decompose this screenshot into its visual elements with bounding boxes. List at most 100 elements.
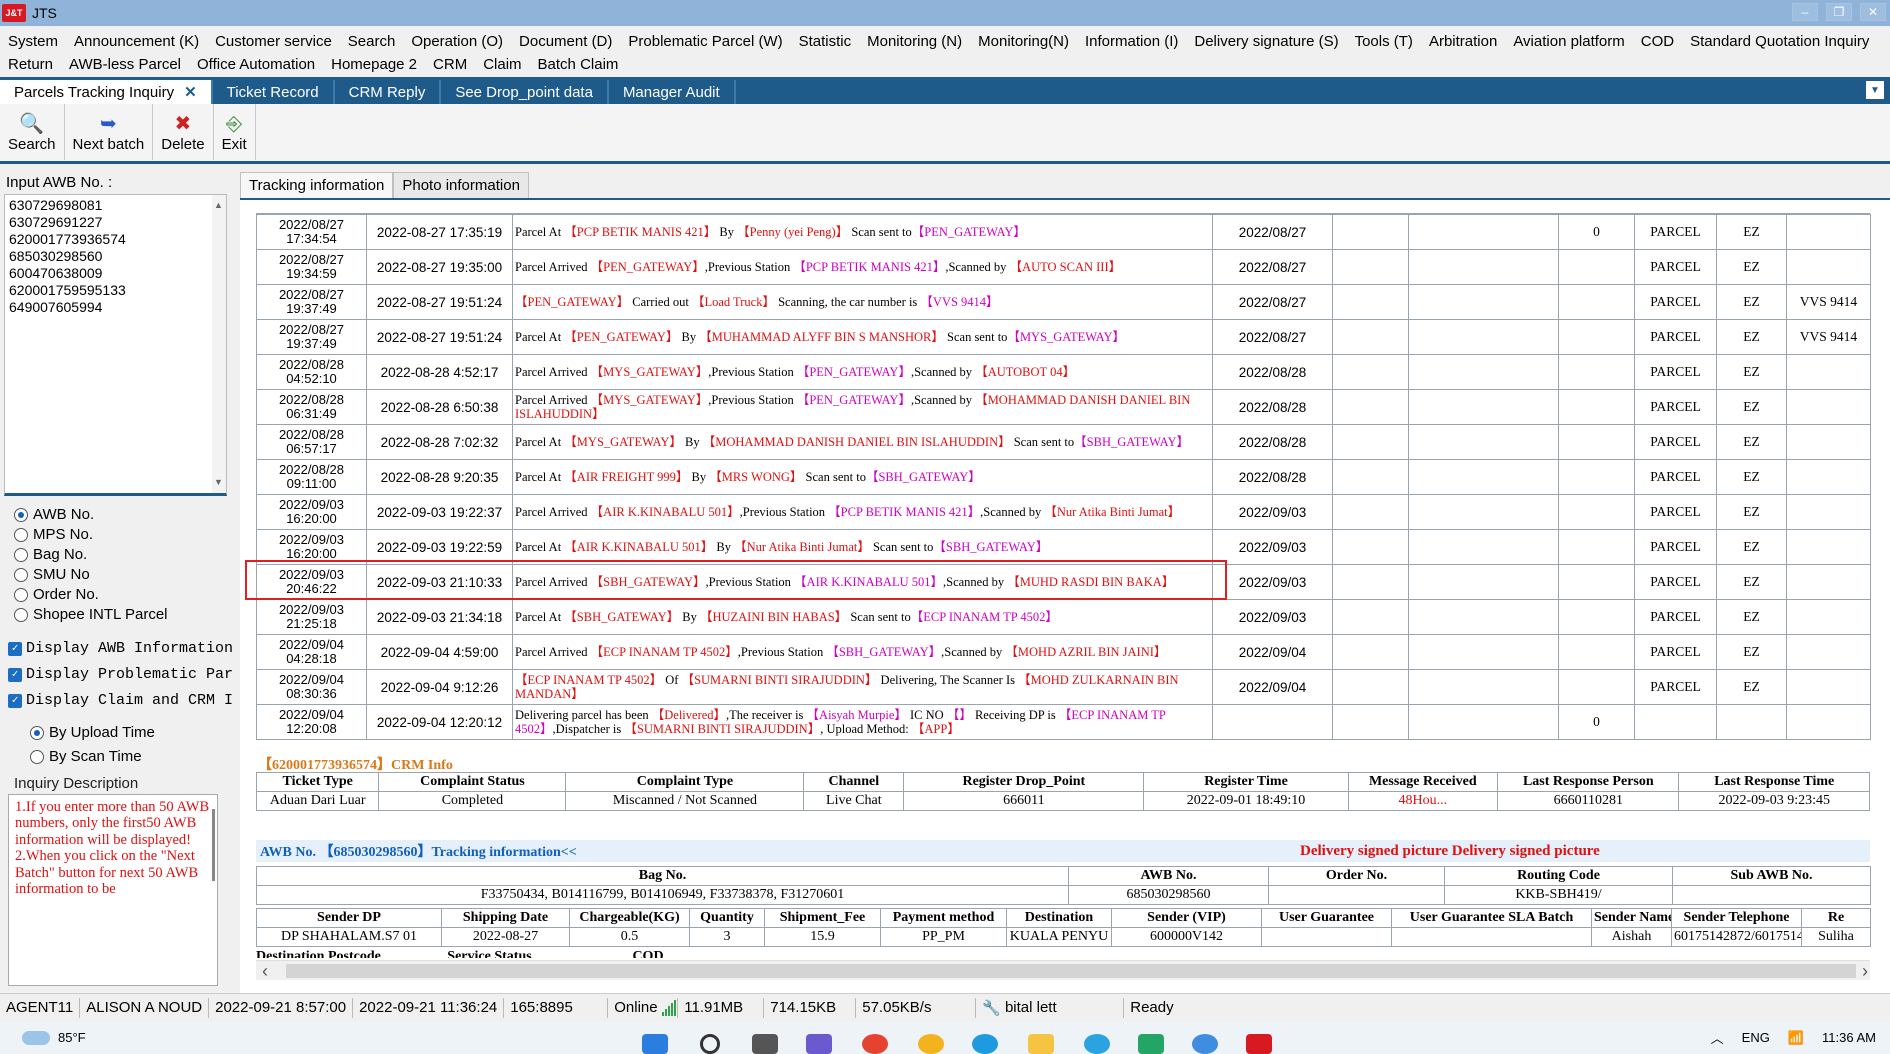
tab-ticket-record[interactable]: Ticket Record bbox=[213, 80, 335, 104]
radio-by-scan-time[interactable]: By Scan Time bbox=[30, 748, 142, 765]
inquiry-scrollbar[interactable] bbox=[212, 809, 215, 881]
language-indicator[interactable]: ENG bbox=[1742, 1030, 1770, 1045]
menu-item[interactable]: Claim bbox=[475, 56, 529, 73]
menu-item[interactable]: Homepage 2 bbox=[323, 56, 425, 73]
weather-widget[interactable]: 85°F bbox=[22, 1030, 86, 1045]
delivery-signed-picture-link[interactable]: Delivery signed picture Delivery signed … bbox=[1300, 843, 1600, 860]
tab-crm-reply[interactable]: CRM Reply bbox=[335, 80, 442, 104]
crm-column-header: Complaint Status bbox=[378, 772, 567, 792]
menu-item[interactable]: Arbitration bbox=[1421, 33, 1505, 50]
check-display-problematic[interactable]: ✓ Display Problematic Par bbox=[8, 666, 232, 683]
delete-button[interactable]: ✖ Delete bbox=[153, 104, 214, 160]
jts-app-icon[interactable] bbox=[1246, 1034, 1272, 1054]
tracking-row[interactable]: 2022/08/27 19:34:59 2022-08-27 19:35:00 Par… bbox=[256, 249, 1871, 285]
menu-item[interactable]: Search bbox=[340, 33, 404, 50]
next-batch-button[interactable]: ➥ Next batch bbox=[65, 104, 154, 160]
bag-column-header: Routing Code bbox=[1444, 866, 1673, 886]
menu-item[interactable]: System bbox=[0, 33, 66, 50]
check-display-awb-info[interactable]: ✓ Display AWB Information bbox=[8, 640, 232, 657]
radio-smu-no[interactable]: SMU No bbox=[14, 566, 90, 583]
menu-item[interactable]: Monitoring(N) bbox=[970, 33, 1077, 50]
tracking-row[interactable]: 2022/09/04 12:20:08 2022-09-04 12:20:12 Del… bbox=[256, 704, 1871, 740]
maximize-icon[interactable]: ❐ bbox=[1826, 3, 1852, 21]
scroll-left-icon[interactable]: ‹ bbox=[262, 961, 268, 982]
telegram-icon[interactable] bbox=[1084, 1034, 1110, 1054]
menu-item[interactable]: Announcement (K) bbox=[66, 33, 207, 50]
radio-order-no[interactable]: Order No. bbox=[14, 586, 99, 603]
chrome-canary-icon[interactable] bbox=[918, 1034, 944, 1054]
awb-scrollbar[interactable]: ▲ ▼ bbox=[212, 195, 226, 493]
minimize-icon[interactable]: – bbox=[1792, 3, 1818, 21]
zoom-icon[interactable] bbox=[1192, 1034, 1218, 1054]
tab-photo-information[interactable]: Photo information bbox=[393, 172, 529, 198]
menu-item[interactable]: CRM bbox=[425, 56, 475, 73]
scroll-up-icon[interactable]: ▲ bbox=[214, 197, 223, 214]
menu-item[interactable]: Customer service bbox=[207, 33, 340, 50]
sheets-icon[interactable] bbox=[1138, 1034, 1164, 1054]
menu-item[interactable]: Tools (T) bbox=[1347, 33, 1421, 50]
scroll-right-icon[interactable]: › bbox=[1862, 961, 1868, 982]
menu-item[interactable]: Aviation platform bbox=[1505, 33, 1632, 50]
tab-parcels-tracking-inquiry[interactable]: Parcels Tracking Inquiry ✕ bbox=[0, 80, 213, 104]
check-display-claim-crm[interactable]: ✓ Display Claim and CRM I bbox=[8, 692, 232, 709]
chevron-up-icon[interactable]: ︿ bbox=[1711, 1028, 1724, 1047]
menu-item[interactable]: Problematic Parcel (W) bbox=[620, 33, 790, 50]
menu-item[interactable]: Statistic bbox=[791, 33, 860, 50]
radio-mps-no[interactable]: MPS No. bbox=[14, 526, 93, 543]
tracking-row[interactable]: 2022/08/28 04:52:10 2022-08-28 4:52:17 Parc… bbox=[256, 354, 1871, 390]
edge-icon[interactable] bbox=[972, 1034, 998, 1054]
file-explorer-icon[interactable] bbox=[1028, 1034, 1054, 1054]
tab-close-icon[interactable]: ✕ bbox=[184, 83, 197, 101]
tab-manager-audit[interactable]: Manager Audit bbox=[609, 80, 736, 104]
tracking-row[interactable]: 2022/08/27 19:37:49 2022-08-27 19:51:24 Par… bbox=[256, 319, 1871, 355]
menu-item[interactable]: Office Automation bbox=[189, 56, 323, 73]
tracking-row[interactable]: 2022/08/28 06:57:17 2022-08-28 7:02:32 Parc… bbox=[256, 424, 1871, 460]
menu-item[interactable]: Delivery signature (S) bbox=[1186, 33, 1346, 50]
tracking-row[interactable]: 2022/08/28 09:11:00 2022-08-28 9:20:35 Parc… bbox=[256, 459, 1871, 495]
exit-button[interactable]: ⎆ Exit bbox=[214, 104, 256, 160]
menu-item[interactable]: AWB-less Parcel bbox=[61, 56, 189, 73]
upload-time-cell: 2022-08-27 19:51:24 bbox=[366, 319, 513, 355]
task-view-icon[interactable] bbox=[752, 1034, 778, 1054]
tracking-row[interactable]: 2022/08/28 06:31:49 2022-08-28 6:50:38 Parc… bbox=[256, 389, 1871, 425]
radio-bag-no[interactable]: Bag No. bbox=[14, 546, 87, 563]
tracking-row[interactable]: 2022/09/03 16:20:00 2022-09-03 19:22:37 Par… bbox=[256, 494, 1871, 530]
teams-icon[interactable] bbox=[806, 1034, 832, 1054]
vehicle-number-cell bbox=[1786, 599, 1871, 635]
tracking-row[interactable]: 2022/09/03 16:20:00 2022-09-03 19:22:59 Par… bbox=[256, 529, 1871, 565]
radio-awb-no[interactable]: AWB No. bbox=[14, 506, 94, 523]
scrollbar-thumb[interactable] bbox=[286, 964, 1856, 978]
search-button[interactable]: 🔍 Search bbox=[0, 104, 65, 160]
chrome-icon[interactable] bbox=[862, 1034, 888, 1054]
search-icon[interactable] bbox=[700, 1034, 720, 1054]
awb-tracking-title[interactable]: AWB No. 【685030298560】Tracking informati… bbox=[260, 841, 577, 861]
radio-by-upload-time[interactable]: By Upload Time bbox=[30, 724, 155, 741]
upload-time-cell: 2022-09-04 4:59:00 bbox=[366, 634, 513, 670]
tracking-row[interactable]: 2022/08/27 17:34:54 2022-08-27 17:35:19 Par… bbox=[256, 214, 1871, 250]
menu-item[interactable]: COD bbox=[1633, 33, 1682, 50]
awb-input-textarea[interactable]: 630729698081 630729691227 620001773936574 6… bbox=[4, 194, 227, 496]
description-text: Of bbox=[662, 673, 682, 687]
menu-item[interactable]: Batch Claim bbox=[530, 56, 627, 73]
menu-item[interactable]: Operation (O) bbox=[403, 33, 511, 50]
tab-tracking-information[interactable]: Tracking information bbox=[240, 172, 394, 198]
menu-item[interactable]: Standard Quotation Inquiry bbox=[1682, 33, 1877, 50]
windows-start-icon[interactable] bbox=[642, 1034, 668, 1054]
tracking-row[interactable]: 2022/09/04 04:28:18 2022-09-04 4:59:00 Parc… bbox=[256, 634, 1871, 670]
menu-item[interactable]: Document (D) bbox=[511, 33, 620, 50]
menu-item[interactable]: Monitoring (N) bbox=[859, 33, 970, 50]
tab-dropdown-icon[interactable]: ▼ bbox=[1866, 81, 1884, 99]
tracking-row[interactable]: 2022/09/03 20:46:22 2022-09-03 21:10:33 Par… bbox=[256, 564, 1871, 600]
clock[interactable]: 11:36 AM bbox=[1822, 1030, 1876, 1045]
scroll-down-icon[interactable]: ▼ bbox=[214, 474, 223, 491]
tracking-row[interactable]: 2022/08/27 19:37:49 2022-08-27 19:51:24 【PE… bbox=[256, 284, 1871, 320]
tracking-row[interactable]: 2022/09/04 08:30:36 2022-09-04 9:12:26 【ECP… bbox=[256, 669, 1871, 705]
menu-item[interactable]: Return bbox=[0, 56, 61, 73]
tab-drop-point-data[interactable]: See Drop_point data bbox=[441, 80, 609, 104]
menu-item[interactable]: Information (I) bbox=[1077, 33, 1186, 50]
wifi-icon[interactable]: 📶 bbox=[1788, 1030, 1804, 1046]
horizontal-scrollbar[interactable]: ‹ › bbox=[256, 960, 1870, 982]
tracking-row[interactable]: 2022/09/03 21:25:18 2022-09-03 21:34:18 Par… bbox=[256, 599, 1871, 635]
close-icon[interactable]: ✕ bbox=[1860, 3, 1886, 21]
radio-shopee-intl[interactable]: Shopee INTL Parcel bbox=[14, 606, 168, 623]
